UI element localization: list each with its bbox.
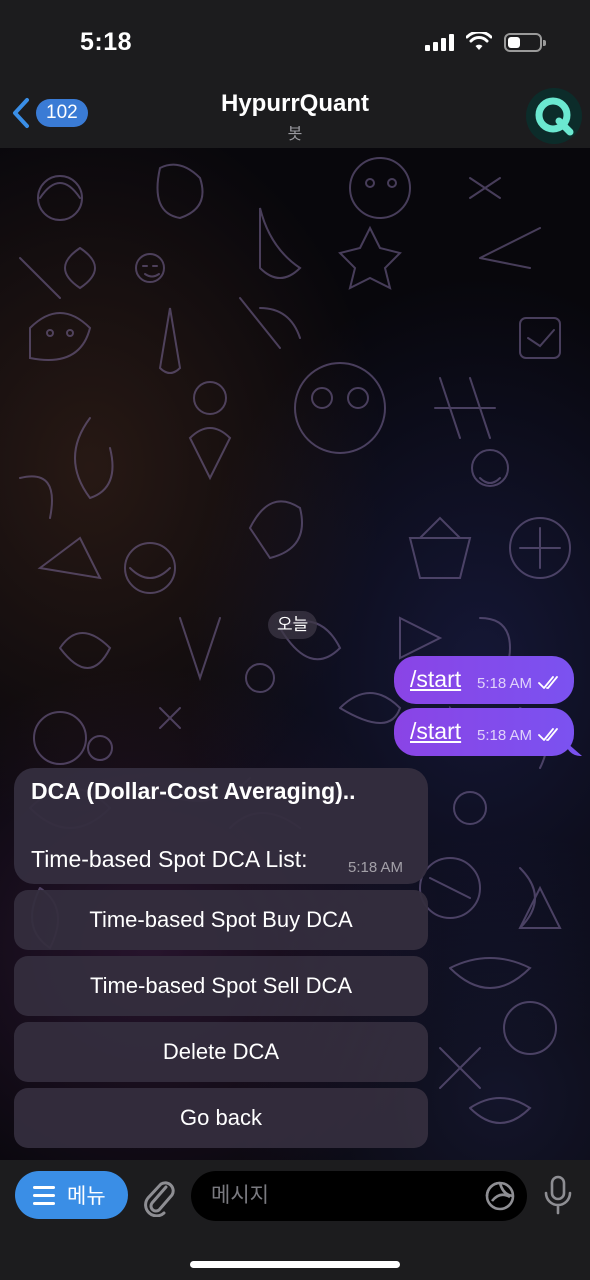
command-link[interactable]: /start <box>410 666 461 693</box>
menu-button-label: 메뉴 <box>67 1185 106 1208</box>
sticker-icon[interactable] <box>484 1180 516 1212</box>
bot-menu-button[interactable]: 메뉴 <box>15 1171 128 1219</box>
bot-avatar[interactable] <box>526 88 582 144</box>
wifi-icon <box>466 32 492 50</box>
battery-icon <box>504 32 546 52</box>
message-time: 5:18 AM <box>477 675 533 692</box>
message-time: 5:18 AM <box>477 727 533 744</box>
message-input-bar: 메뉴 <box>0 1160 590 1280</box>
message-time: 5:18 AM <box>348 859 404 876</box>
status-icons <box>425 32 546 52</box>
status-time: 5:18 <box>80 28 133 56</box>
outgoing-message[interactable]: /start 5:18 AM <box>394 708 574 756</box>
spot-sell-dca-button[interactable]: Time-based Spot Sell DCA <box>14 956 428 1016</box>
menu-icon <box>33 1185 55 1205</box>
spot-buy-dca-button[interactable]: Time-based Spot Buy DCA <box>14 890 428 950</box>
status-bar: 5:18 <box>0 0 590 78</box>
double-check-icon <box>538 728 558 741</box>
bot-message: DCA (Dollar-Cost Averaging).. Time-based… <box>14 768 428 884</box>
outgoing-message[interactable]: /start 5:18 AM <box>394 656 574 704</box>
microphone-icon[interactable] <box>542 1174 574 1216</box>
chat-subtitle: 봇 <box>287 126 303 143</box>
bot-message-body: Time-based Spot DCA List: <box>31 846 308 872</box>
bot-message-title: DCA (Dollar-Cost Averaging).. <box>31 778 356 804</box>
date-separator: 오늘 <box>268 611 318 639</box>
telegram-chat-screen: 5:18 102 HypurrQuant 봇 오늘 /start 5:18 AM… <box>0 0 590 1280</box>
home-indicator <box>190 1261 400 1268</box>
go-back-button[interactable]: Go back <box>14 1088 428 1148</box>
battery-level <box>508 36 520 48</box>
chat-title[interactable]: HypurrQuant <box>0 90 590 118</box>
hypurrquant-logo-icon <box>535 97 574 136</box>
cellular-signal-icon <box>425 33 454 51</box>
message-input[interactable] <box>191 1171 527 1221</box>
double-check-icon <box>538 676 558 689</box>
delete-dca-button[interactable]: Delete DCA <box>14 1022 428 1082</box>
command-link[interactable]: /start <box>410 718 461 745</box>
paperclip-icon[interactable] <box>142 1177 178 1217</box>
chat-header: 102 HypurrQuant 봇 <box>0 78 590 148</box>
